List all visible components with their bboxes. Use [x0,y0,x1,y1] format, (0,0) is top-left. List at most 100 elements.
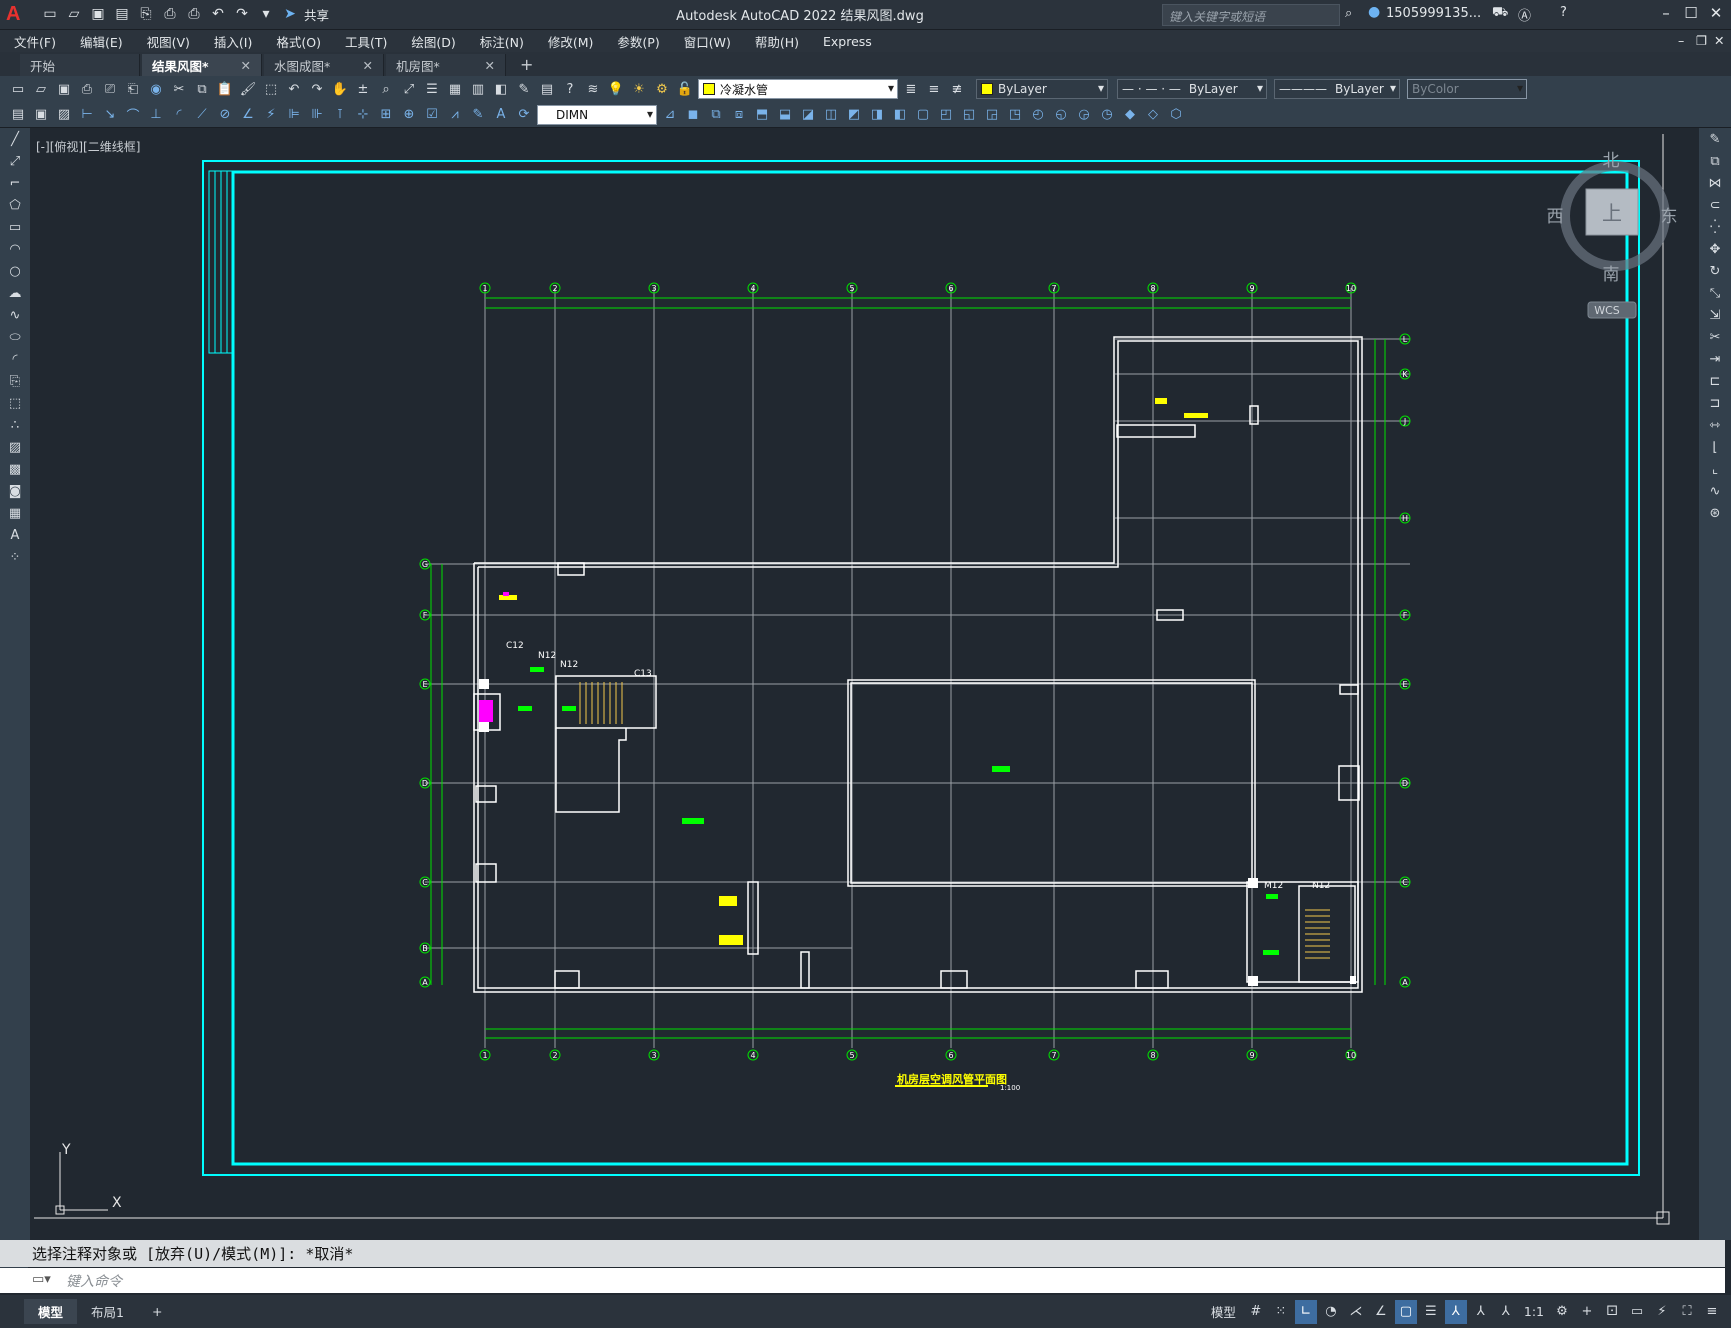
autodesk-app-icon[interactable]: Ⓐ [1518,5,1531,24]
menu-insert[interactable]: 插入(I) [214,32,252,51]
aligned-dim-icon[interactable]: ↘ [100,105,120,125]
revision-cloud-icon[interactable]: ☁ [5,283,25,303]
gradient-icon[interactable]: ▩ [5,459,25,479]
tab-water[interactable]: 水图成图* ✕ [264,54,384,76]
tolerance-icon[interactable]: ⊞ [376,105,396,125]
center-mark-icon[interactable]: ⊕ [399,105,419,125]
dim-style-icon[interactable]: ⊿ [660,105,680,125]
menu-dimension[interactable]: 标注(N) [480,32,524,51]
mtext-icon[interactable]: A [5,525,25,545]
move-icon[interactable]: ✥ [1705,239,1725,259]
menu-window[interactable]: 窗口(W) [684,32,731,51]
sheet-set-icon[interactable]: ◧ [491,79,511,99]
continue-dim-icon[interactable]: ⊪ [307,105,327,125]
menu-view[interactable]: 视图(V) [147,32,190,51]
share-label[interactable]: 共享 [304,5,329,24]
fillet-icon[interactable]: ⌞ [1705,459,1725,479]
command-input[interactable]: 键入命令 [0,1268,1725,1293]
box-icon[interactable]: ◼ [683,105,703,125]
new-tab-button[interactable]: + [520,55,533,76]
baseline-dim-icon[interactable]: ⊫ [284,105,304,125]
units-icon[interactable]: ⚀ [1601,1300,1623,1324]
radius-dim-icon[interactable]: ◜ [169,105,189,125]
save-as-icon[interactable]: ▤ [112,4,132,24]
arc-length-icon[interactable]: ⌒ [123,105,143,125]
tab-machine-room[interactable]: 机房图* ✕ [386,54,506,76]
new-icon[interactable]: ▭ [8,79,28,99]
annotation-scale[interactable]: 1:1 [1520,1301,1548,1322]
jogged-dim-icon[interactable]: ⟋ [192,105,212,125]
ordinate-dim-icon[interactable]: ⊥ [146,105,166,125]
interfere-icon[interactable]: ◩ [844,105,864,125]
save-icon[interactable]: ▣ [88,4,108,24]
offset-edge-icon[interactable]: ◶ [1074,105,1094,125]
hardware-accel-icon[interactable]: ⚡ [1651,1300,1673,1324]
erase-icon[interactable]: ✎ [1705,129,1725,149]
customize-icon[interactable]: ≡ [1701,1300,1723,1324]
dim-text-edit-icon[interactable]: A [491,105,511,125]
chamfer-icon[interactable]: ⌊ [1705,437,1725,457]
viewcube[interactable]: 上 北 南 西 东 WCS [1545,148,1695,328]
rectangle-icon[interactable]: ▭ [5,217,25,237]
attribute-icon[interactable]: ▤ [8,105,28,125]
menu-tools[interactable]: 工具(T) [345,32,387,51]
ellipse-arc-icon[interactable]: ◜ [5,349,25,369]
linetype-select[interactable]: — · — · — ByLayer [1117,79,1267,99]
jogged-linear-icon[interactable]: ⩘ [445,105,465,125]
angular-dim-icon[interactable]: ∠ [238,105,258,125]
zoom-window-icon[interactable]: ⌕ [376,79,396,99]
extend-icon[interactable]: ⇥ [1705,349,1725,369]
extract-edges-icon[interactable]: ◵ [1051,105,1071,125]
doc-close-button[interactable]: ✕ [1714,33,1724,48]
close-button[interactable]: ✕ [1705,4,1727,26]
save-icon[interactable]: ▣ [54,79,74,99]
help-icon[interactable]: ? [1560,5,1567,20]
polar-icon[interactable]: ◔ [1320,1300,1342,1324]
user-name[interactable]: 1505999135... [1386,6,1481,21]
copy-icon[interactable]: ⧉ [1705,151,1725,171]
drawing-canvas[interactable]: 1 2 3 4 5 6 7 8 9 10 1 2 3 4 5 6 7 8 9 10 L K J H F E… [30,128,1699,1240]
annotation-monitor-icon[interactable]: + [1576,1300,1598,1324]
extrude-icon[interactable]: ⬒ [752,105,772,125]
layer-previous-icon[interactable]: ≡ [924,79,944,99]
annotation-visibility-icon[interactable]: ⅄ [1444,1299,1467,1324]
make-block-icon[interactable]: ⬚ [5,393,25,413]
make-current-icon[interactable]: ≣ [901,79,921,99]
menu-express[interactable]: Express [823,34,872,49]
cut-icon[interactable]: ✂ [169,79,189,99]
table-icon[interactable]: ▦ [5,503,25,523]
menu-help[interactable]: 帮助(H) [755,32,799,51]
annotation-scale-icon[interactable]: ⅄ [1495,1300,1517,1324]
compass-east[interactable]: 东 [1661,207,1678,227]
menu-edit[interactable]: 编辑(E) [80,32,123,51]
dim-space-icon[interactable]: ⊺ [330,105,350,125]
close-icon[interactable]: ✕ [485,58,495,73]
thicken-icon[interactable]: ◨ [867,105,887,125]
bulb-icon[interactable]: 💡 [606,79,626,99]
3d-print-icon[interactable]: ◉ [146,79,166,99]
circle-icon[interactable]: ○ [5,261,25,281]
menu-format[interactable]: 格式(O) [276,32,321,51]
auto-scale-icon[interactable]: ⅄ [1470,1300,1492,1324]
dimstyle-select[interactable]: DIMN [537,104,657,125]
region-icon[interactable]: ◙ [5,481,25,501]
sun-icon[interactable]: ☀ [629,79,649,99]
markup-icon[interactable]: ✎ [514,79,534,99]
cart-icon[interactable]: ⛟ [1492,5,1508,22]
undo-icon[interactable]: ↶ [208,4,228,24]
section-icon[interactable]: ◫ [821,105,841,125]
ellipse-icon[interactable]: ⬭ [5,327,25,347]
spline-icon[interactable]: ∿ [5,305,25,325]
share-icon[interactable]: ➤ [280,4,300,24]
trim-icon[interactable]: ✂ [1705,327,1725,347]
compass-north[interactable]: 北 [1603,151,1620,171]
copy-icon[interactable]: ⧉ [192,79,212,99]
hatch-icon[interactable]: ▨ [54,105,74,125]
layer-state-icon[interactable]: ≢ [947,79,967,99]
preview-icon[interactable]: ⎚ [100,79,120,99]
menu-draw[interactable]: 绘图(D) [411,32,455,51]
close-icon[interactable]: ✕ [241,58,251,73]
mirror-icon[interactable]: ⋈ [1705,173,1725,193]
ortho-icon[interactable]: ∟ [1294,1299,1317,1324]
color-select[interactable]: ByLayer [976,79,1108,99]
